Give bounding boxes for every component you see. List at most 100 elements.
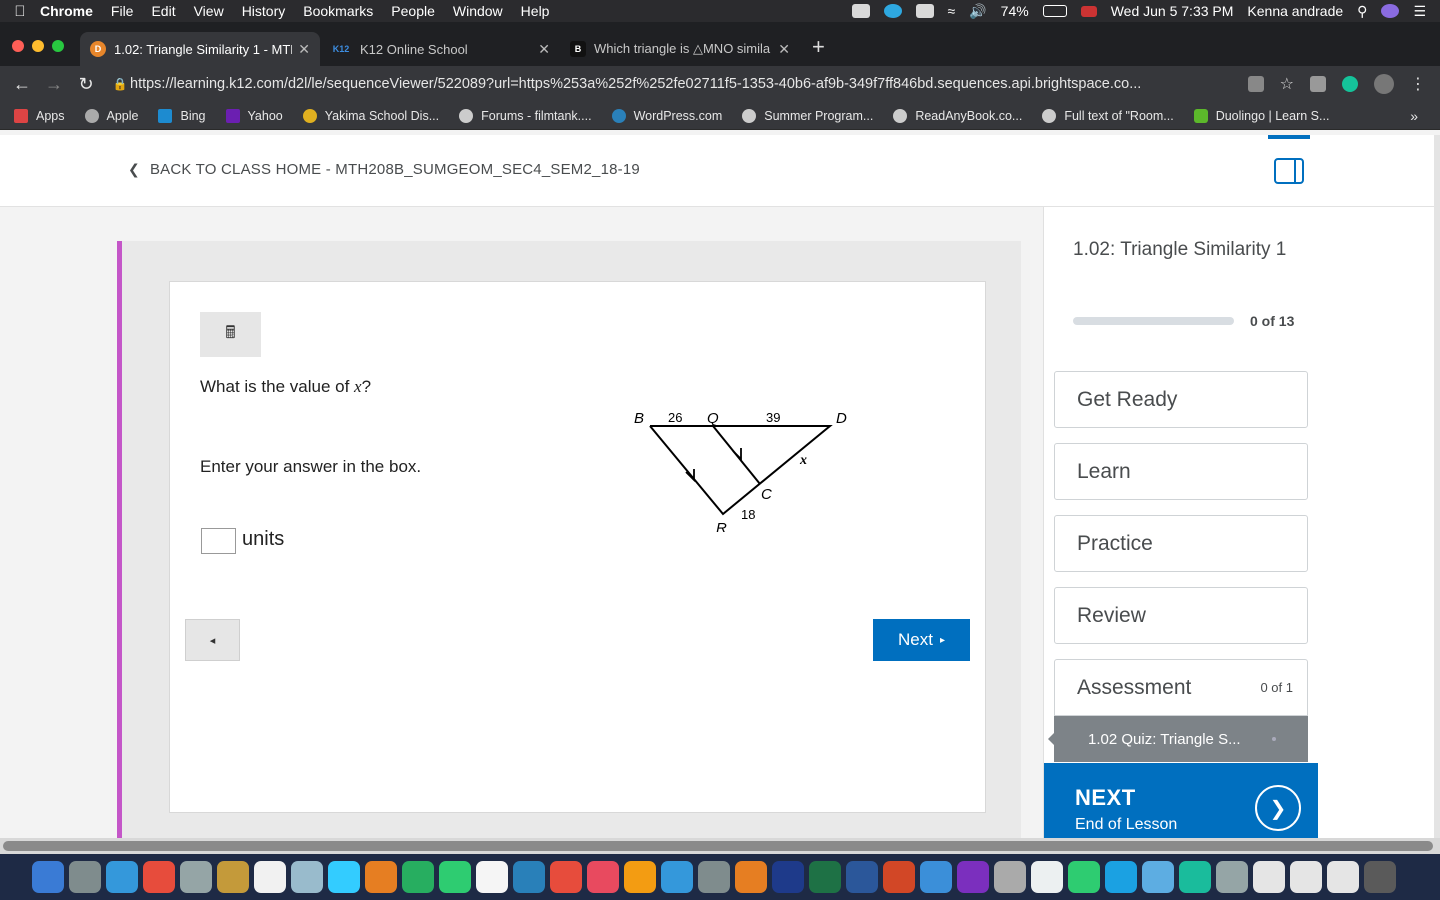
- dock-app-icon[interactable]: [624, 861, 656, 893]
- dock-app-icon[interactable]: [1327, 861, 1359, 893]
- bookmark-item[interactable]: ReadAnyBook.co...: [893, 108, 1022, 123]
- menu-people[interactable]: People: [391, 3, 435, 19]
- menu-user[interactable]: Kenna andrade: [1247, 3, 1343, 19]
- bookmark-item[interactable]: Summer Program...: [742, 108, 873, 123]
- horizontal-scrollbar[interactable]: [0, 838, 1440, 854]
- dock-app-icon[interactable]: [735, 861, 767, 893]
- dock-app-icon[interactable]: [513, 861, 545, 893]
- answer-input[interactable]: [201, 528, 236, 554]
- dock-app-icon[interactable]: [809, 861, 841, 893]
- back-arrow-icon[interactable]: ←: [6, 74, 38, 95]
- dock-app-icon[interactable]: [1142, 861, 1174, 893]
- reload-icon[interactable]: ↻: [70, 74, 102, 95]
- bookmark-item[interactable]: Yahoo: [225, 108, 283, 123]
- dock-app-icon[interactable]: [772, 861, 804, 893]
- sync-icon[interactable]: [883, 4, 902, 18]
- dock-app-icon[interactable]: [1179, 861, 1211, 893]
- extension-icon[interactable]: [1247, 76, 1264, 92]
- menu-app-name[interactable]: Chrome: [40, 3, 93, 19]
- control-icon[interactable]: [915, 4, 934, 18]
- browser-tab-active[interactable]: D 1.02: Triangle Similarity 1 - MTH ✕: [80, 32, 320, 66]
- browser-tab[interactable]: K12 K12 Online School ✕: [320, 32, 560, 66]
- dock-app-icon[interactable]: [1253, 861, 1285, 893]
- menu-file[interactable]: File: [111, 3, 134, 19]
- dock-app-icon[interactable]: [994, 861, 1026, 893]
- siri-icon[interactable]: [1381, 4, 1400, 18]
- forward-arrow-icon[interactable]: →: [38, 74, 70, 95]
- apple-menu-icon[interactable]: : [0, 3, 40, 20]
- sidebar-toggle-icon[interactable]: [1274, 158, 1304, 184]
- next-button[interactable]: Next ▸: [873, 619, 970, 661]
- dock-app-icon[interactable]: [698, 861, 730, 893]
- bookmarks-overflow-icon[interactable]: »: [1410, 108, 1440, 124]
- camera-icon[interactable]: [851, 4, 870, 18]
- dock-app-icon[interactable]: [439, 861, 471, 893]
- menu-history[interactable]: History: [242, 3, 286, 19]
- sidebar-item-get-ready[interactable]: Get Ready: [1054, 371, 1308, 428]
- extension-icon[interactable]: [1310, 76, 1326, 92]
- dock-app-icon[interactable]: [920, 861, 952, 893]
- dock-app-icon[interactable]: [661, 861, 693, 893]
- tab-close-icon[interactable]: ✕: [778, 41, 790, 58]
- minimize-window-icon[interactable]: [32, 40, 44, 52]
- dock-app-icon[interactable]: [550, 861, 582, 893]
- tab-close-icon[interactable]: ✕: [538, 41, 550, 58]
- sidebar-item-assessment[interactable]: Assessment 0 of 1: [1054, 659, 1308, 716]
- sidebar-subitem-quiz[interactable]: 1.02 Quiz: Triangle S...: [1054, 716, 1308, 762]
- volume-icon[interactable]: 🔊: [969, 3, 986, 20]
- wifi-icon[interactable]: ≈: [948, 3, 956, 19]
- sidebar-item-learn[interactable]: Learn: [1054, 443, 1308, 500]
- menu-help[interactable]: Help: [521, 3, 550, 19]
- bookmark-item[interactable]: Full text of "Room...: [1042, 108, 1174, 123]
- dock-app-icon[interactable]: [1290, 861, 1322, 893]
- menu-edit[interactable]: Edit: [151, 3, 175, 19]
- dock-app-icon[interactable]: [254, 861, 286, 893]
- address-url[interactable]: https://learning.k12.com/d2l/le/sequence…: [130, 76, 1240, 92]
- dock-app-icon[interactable]: [365, 861, 397, 893]
- menu-window[interactable]: Window: [453, 3, 503, 19]
- next-lesson-button[interactable]: NEXT End of Lesson ❯: [1044, 763, 1318, 838]
- chrome-menu-icon[interactable]: ⋮: [1410, 74, 1426, 94]
- dock-app-icon[interactable]: [106, 861, 138, 893]
- dock-app-icon[interactable]: [1364, 861, 1396, 893]
- bookmark-item[interactable]: Bing: [158, 108, 206, 123]
- dock-app-icon[interactable]: [1216, 861, 1248, 893]
- dock-app-icon[interactable]: [587, 861, 619, 893]
- bookmark-item[interactable]: WordPress.com: [611, 108, 722, 123]
- grammarly-icon[interactable]: [1342, 76, 1358, 92]
- dock-app-icon[interactable]: [883, 861, 915, 893]
- dock-app-icon[interactable]: [1068, 861, 1100, 893]
- menu-view[interactable]: View: [194, 3, 224, 19]
- new-tab-button[interactable]: +: [800, 34, 837, 66]
- bookmark-item[interactable]: Apple: [84, 108, 138, 123]
- dock-app-icon[interactable]: [957, 861, 989, 893]
- dock-app-icon[interactable]: [217, 861, 249, 893]
- menu-bookmarks[interactable]: Bookmarks: [303, 3, 373, 19]
- sidebar-item-practice[interactable]: Practice: [1054, 515, 1308, 572]
- horizontal-scrollbar-thumb[interactable]: [3, 841, 1433, 851]
- back-to-class-link[interactable]: ❮ BACK TO CLASS HOME - MTH208B_SUMGEOM_SE…: [128, 161, 640, 178]
- profile-avatar[interactable]: [1374, 74, 1394, 94]
- spotlight-search-icon[interactable]: ⚲: [1357, 3, 1367, 20]
- flag-icon[interactable]: [1080, 5, 1097, 17]
- notification-center-icon[interactable]: ☰: [1413, 3, 1426, 20]
- dock-app-icon[interactable]: [180, 861, 212, 893]
- dock-app-icon[interactable]: [846, 861, 878, 893]
- dock-app-icon[interactable]: [476, 861, 508, 893]
- address-bar[interactable]: 🔒 https://learning.k12.com/d2l/le/sequen…: [110, 69, 1240, 99]
- lock-icon[interactable]: 🔒: [110, 77, 130, 91]
- calculator-button[interactable]: 🖩: [200, 312, 261, 357]
- dock-app-icon[interactable]: [328, 861, 360, 893]
- vertical-scrollbar[interactable]: [1434, 135, 1440, 838]
- dock-app-icon[interactable]: [69, 861, 101, 893]
- dock-app-icon[interactable]: [1105, 861, 1137, 893]
- bookmark-star-icon[interactable]: ☆: [1280, 74, 1294, 94]
- sidebar-item-review[interactable]: Review: [1054, 587, 1308, 644]
- dock-app-icon[interactable]: [1031, 861, 1063, 893]
- bookmark-item[interactable]: Duolingo | Learn S...: [1193, 108, 1329, 123]
- dock-app-icon[interactable]: [291, 861, 323, 893]
- bookmark-item[interactable]: Yakima School Dis...: [302, 108, 439, 123]
- dock-app-icon[interactable]: [402, 861, 434, 893]
- close-window-icon[interactable]: [12, 40, 24, 52]
- menu-datetime[interactable]: Wed Jun 5 7:33 PM: [1111, 3, 1234, 19]
